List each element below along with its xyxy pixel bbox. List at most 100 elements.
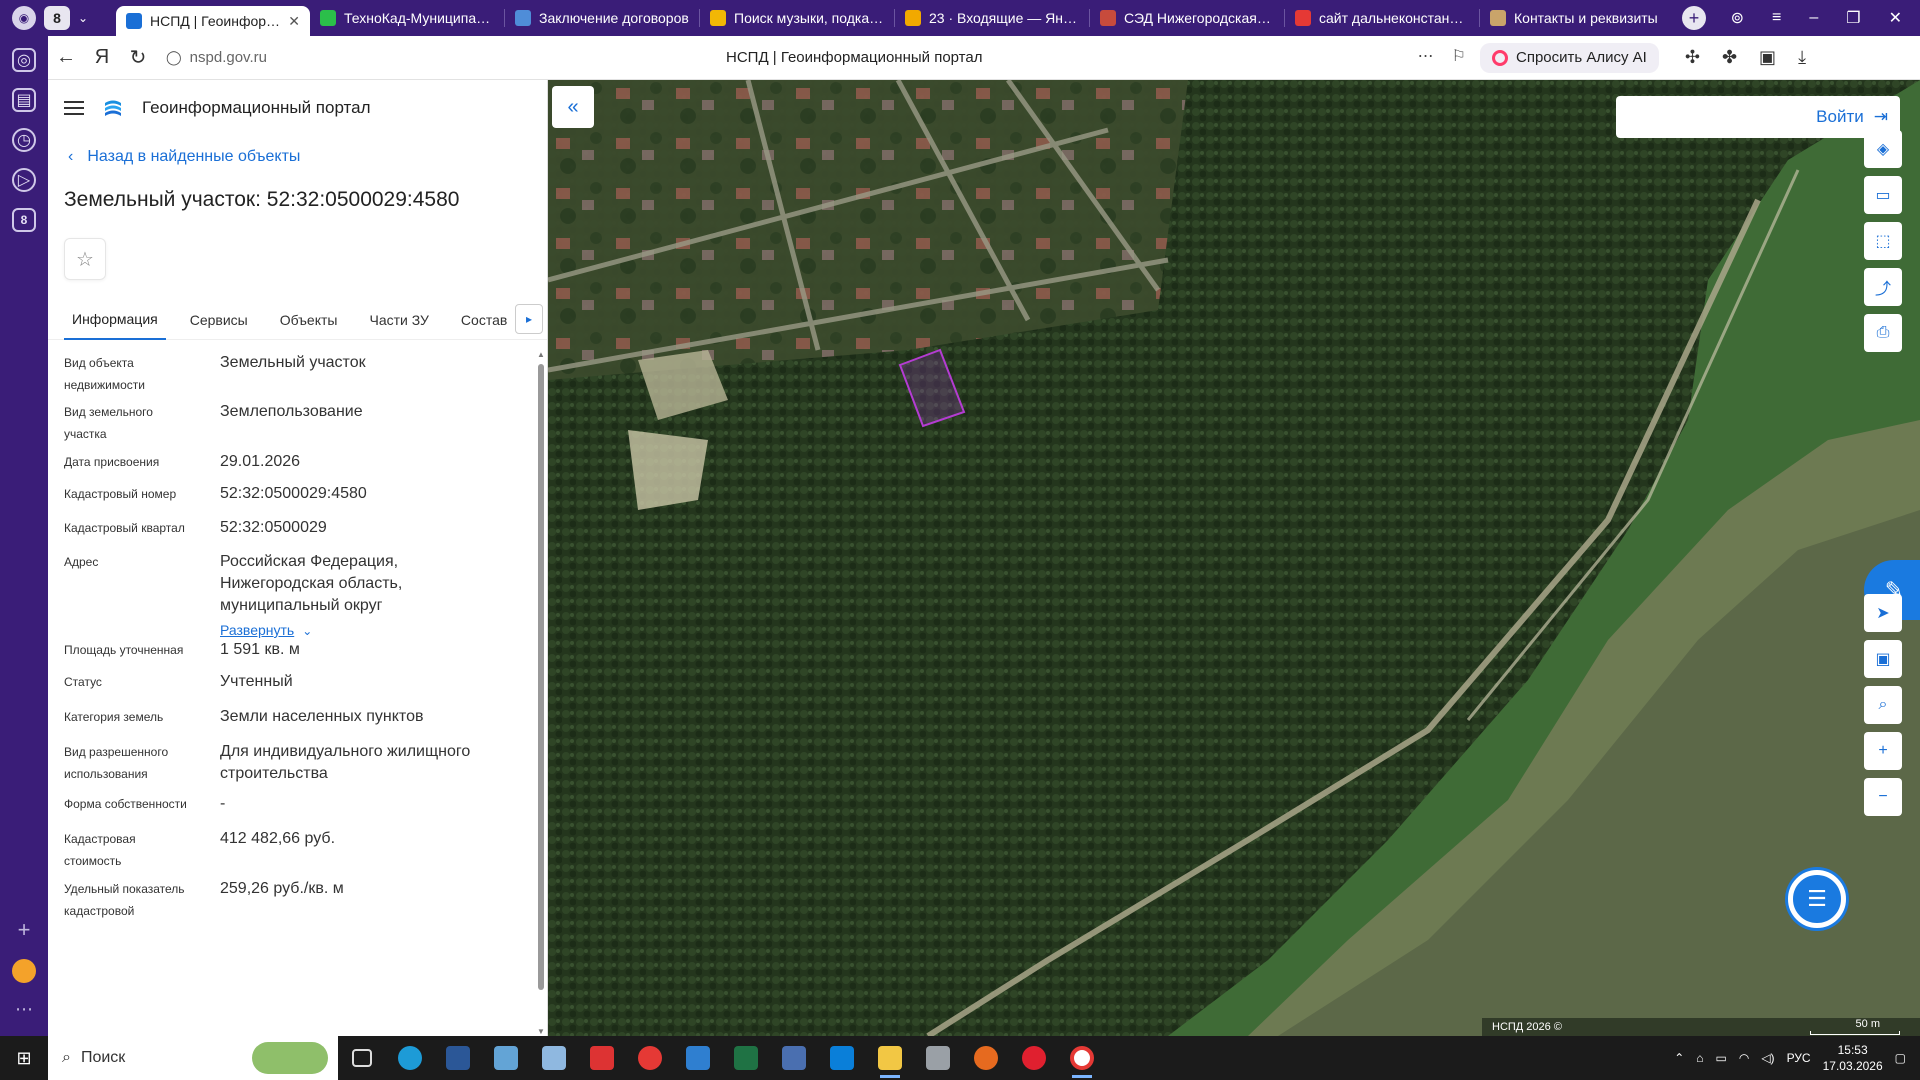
collapse-panel-button[interactable]: « bbox=[552, 86, 594, 128]
bookmark-icon[interactable]: ⚐ bbox=[1452, 46, 1466, 66]
tab-close-icon[interactable]: ✕ bbox=[288, 13, 300, 30]
tray-network-icon[interactable]: ⌂ bbox=[1696, 1051, 1703, 1065]
tabs-scroll-right-icon[interactable]: ▸ bbox=[515, 304, 543, 334]
firefox-icon[interactable] bbox=[962, 1036, 1010, 1080]
site-security-icon[interactable]: ◯ bbox=[166, 49, 182, 66]
yandex-browser-icon[interactable] bbox=[1058, 1036, 1106, 1080]
downloads-indicator-icon[interactable]: ⊚ bbox=[1731, 8, 1744, 28]
minimize-button[interactable]: – bbox=[1809, 9, 1818, 27]
network-app-icon[interactable] bbox=[914, 1036, 962, 1080]
minimap-button[interactable]: ▣ bbox=[1864, 640, 1902, 678]
task-view-icon[interactable] bbox=[338, 1036, 386, 1080]
taskbar-search[interactable]: ⌕ Поиск bbox=[48, 1036, 338, 1080]
toolbar-extensions: ✣ ✤ ▣ ⤓ bbox=[1685, 47, 1806, 68]
back-to-results-label: Назад в найденные объекты bbox=[87, 148, 301, 165]
close-window-button[interactable]: ✕ bbox=[1889, 8, 1902, 28]
search-on-map-button[interactable]: ⌕ bbox=[1864, 686, 1902, 724]
maximize-button[interactable]: ❐ bbox=[1846, 8, 1860, 28]
windows-start-icon[interactable]: ⊞ bbox=[0, 1048, 48, 1069]
browser-profile-icon[interactable]: ◉ bbox=[12, 6, 36, 30]
info-tab[interactable]: Объекты bbox=[272, 300, 346, 340]
hamburger-menu-icon[interactable] bbox=[64, 101, 84, 115]
store-icon[interactable] bbox=[818, 1036, 866, 1080]
sidebar-history-icon[interactable]: ◷ bbox=[12, 128, 36, 152]
tray-display-icon[interactable]: ▭ bbox=[1716, 1051, 1727, 1065]
scroll-up-icon[interactable]: ▲ bbox=[537, 350, 545, 359]
ruler-button[interactable]: ▭ bbox=[1864, 176, 1902, 214]
info-tab[interactable]: Состав bbox=[453, 300, 515, 340]
attribute-value-cell: 1 591 кв. м bbox=[220, 639, 510, 661]
sidebar-add-icon[interactable]: + bbox=[18, 917, 31, 943]
excel-icon[interactable] bbox=[722, 1036, 770, 1080]
browser-tab[interactable]: ТехноКад-Муниципальный bbox=[310, 3, 504, 33]
opera-icon[interactable] bbox=[1010, 1036, 1058, 1080]
notifications-icon[interactable]: ▢ bbox=[1895, 1051, 1906, 1065]
layers-button[interactable]: ◈ bbox=[1864, 130, 1902, 168]
chat-assistant-button[interactable]: ☰ bbox=[1788, 870, 1846, 928]
attribute-value: Учтенный bbox=[220, 673, 293, 690]
yandex-home-icon[interactable]: Я bbox=[84, 40, 120, 76]
area-select-button[interactable]: ⬚ bbox=[1864, 222, 1902, 260]
tab-favicon-icon bbox=[515, 10, 531, 26]
clock[interactable]: 15:53 17.03.2026 bbox=[1823, 1042, 1883, 1074]
info-tab[interactable]: Сервисы bbox=[182, 300, 256, 340]
info-tab[interactable]: Информация bbox=[64, 300, 166, 340]
edge-icon[interactable] bbox=[386, 1036, 434, 1080]
sidebar-mail-icon[interactable] bbox=[12, 959, 36, 983]
info-tab[interactable]: Части ЗУ bbox=[361, 300, 436, 340]
back-to-results-link[interactable]: ‹ Назад в найденные объекты bbox=[48, 148, 547, 166]
tray-chevron-icon[interactable]: ⌃ bbox=[1674, 1051, 1684, 1065]
my-location-button[interactable]: ➤ bbox=[1864, 594, 1902, 632]
browser-tab[interactable]: НСПД | Геоинформационный ✕ bbox=[116, 6, 310, 36]
sidebar-more-icon[interactable]: ⋯ bbox=[15, 999, 33, 1020]
url-text[interactable]: nspd.gov.ru bbox=[190, 49, 267, 66]
reload-icon[interactable]: ↻ bbox=[120, 40, 156, 76]
menu-icon[interactable]: ≡ bbox=[1772, 9, 1781, 27]
browser-tab[interactable]: СЭД Нижегородская обл bbox=[1090, 3, 1284, 33]
browser-tab[interactable]: сайт дальнеконстантиновск bbox=[1285, 3, 1479, 33]
satellite-map[interactable]: « Войти ⇥ ◈ ▭ ⬚ ⤴ ⎙ ✎ ➤ ▣ ⌕ + − ☰ НСПД 2… bbox=[548, 80, 1920, 1036]
new-tab-button[interactable]: + bbox=[1682, 6, 1706, 30]
sidebar-play-icon[interactable]: ▷ bbox=[12, 168, 36, 192]
tab-list-chevron-icon[interactable]: ⌄ bbox=[78, 11, 88, 25]
scroll-down-icon[interactable]: ▼ bbox=[537, 1027, 545, 1036]
favorite-star-button[interactable]: ☆ bbox=[64, 238, 106, 280]
scroll-thumb[interactable] bbox=[538, 364, 544, 990]
tray-wifi-icon[interactable]: ◠ bbox=[1739, 1051, 1749, 1065]
address-bar[interactable]: ◯ nspd.gov.ru НСПД | Геоинформационный п… bbox=[166, 40, 1466, 76]
navigation-arrow-icon: ➤ bbox=[1876, 605, 1890, 622]
browser-tab[interactable]: 23 · Входящие — Яндекс bbox=[895, 3, 1089, 33]
login-button[interactable]: Войти ⇥ bbox=[1616, 96, 1900, 138]
tray-volume-icon[interactable]: ◁) bbox=[1761, 1051, 1774, 1065]
sidebar-camera-icon[interactable]: ◎ bbox=[12, 48, 36, 72]
attribute-value: Российская Федерация, Нижегородская обла… bbox=[220, 553, 403, 614]
print-button[interactable]: ⎙ bbox=[1864, 314, 1902, 352]
pdf-app-icon[interactable] bbox=[578, 1036, 626, 1080]
browser-tab[interactable]: Поиск музыки, подкастов bbox=[700, 3, 894, 33]
remote-desktop-icon[interactable] bbox=[674, 1036, 722, 1080]
zoom-out-button[interactable]: − bbox=[1864, 778, 1902, 816]
extension-icon[interactable]: ✣ bbox=[1685, 47, 1700, 68]
puzzle-icon[interactable]: ✤ bbox=[1722, 47, 1737, 68]
notes-app-icon[interactable] bbox=[482, 1036, 530, 1080]
collections-icon[interactable]: ▣ bbox=[1759, 47, 1776, 68]
zoom-in-button[interactable]: + bbox=[1864, 732, 1902, 770]
browser-tab[interactable]: Контакты и реквизиты bbox=[1480, 3, 1674, 33]
ask-alice-button[interactable]: Спросить Алису AI bbox=[1480, 42, 1659, 73]
download-icon[interactable]: ⤓ bbox=[1798, 47, 1806, 68]
notepad-icon[interactable] bbox=[530, 1036, 578, 1080]
keyboard-language[interactable]: РУС bbox=[1787, 1051, 1811, 1065]
calculator-icon[interactable] bbox=[770, 1036, 818, 1080]
file-explorer-icon[interactable] bbox=[866, 1036, 914, 1080]
word-icon[interactable] bbox=[434, 1036, 482, 1080]
share-button[interactable]: ⤴ bbox=[1864, 268, 1902, 306]
sidebar-tab-count-icon[interactable]: 8 bbox=[12, 208, 36, 232]
yandex-app-icon[interactable] bbox=[626, 1036, 674, 1080]
panel-scrollbar[interactable]: ▲ ▼ bbox=[537, 350, 545, 1036]
browser-tab[interactable]: Заключение договоров bbox=[505, 3, 699, 33]
more-options-icon[interactable]: ⋯ bbox=[1418, 46, 1434, 66]
back-icon[interactable]: ← bbox=[48, 40, 84, 76]
tab-count-badge[interactable]: 8 bbox=[44, 6, 70, 30]
print-icon: ⎙ bbox=[1876, 324, 1890, 341]
sidebar-notes-icon[interactable]: ▤ bbox=[12, 88, 36, 112]
